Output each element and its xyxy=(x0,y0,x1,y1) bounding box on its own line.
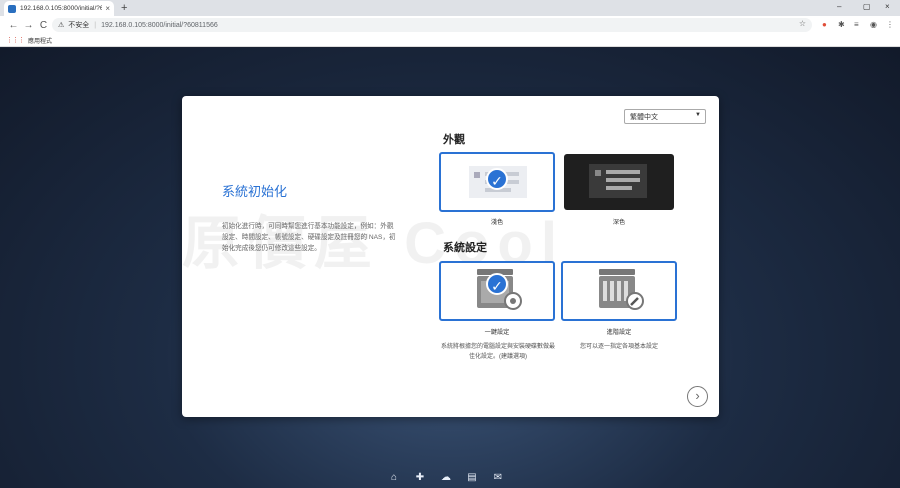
tab-title: 192.168.0.105:8000/initial/?60 xyxy=(20,5,103,12)
light-theme-label: 淺色 xyxy=(490,219,504,226)
mail-icon[interactable]: ✉ xyxy=(492,472,504,483)
minimize-button[interactable]: – xyxy=(837,1,841,13)
extensions-puzzle-icon[interactable]: ✱ xyxy=(838,19,845,31)
address-separator: | xyxy=(94,21,97,29)
advanced-setup-label: 進階設定 xyxy=(606,329,632,336)
selected-check-icon: ✓ xyxy=(486,168,508,190)
browser-tabbar: 192.168.0.105:8000/initial/?60 × + – ▢ × xyxy=(0,0,900,16)
chat-icon[interactable]: ▤ xyxy=(466,472,478,483)
quick-setup-label: 一鍵設定 xyxy=(484,329,510,336)
language-selected-value: 繁體中文 xyxy=(630,114,658,121)
light-theme-card[interactable]: ✓ xyxy=(439,152,555,212)
next-button[interactable]: › xyxy=(687,386,708,407)
maximize-button[interactable]: ▢ xyxy=(863,1,871,13)
browser-menu-icon[interactable]: ⋮ xyxy=(886,19,894,31)
close-window-button[interactable]: × xyxy=(885,1,890,13)
new-tab-button[interactable]: + xyxy=(121,1,127,15)
quick-setup-card[interactable]: ✓ xyxy=(439,261,555,321)
bookmarks-apps-label[interactable]: 應用程式 xyxy=(28,36,52,45)
quick-setup-description: 系統將根據您的電腦設定與安裝硬碟數做最佳化設定。(建議選項) xyxy=(440,344,555,360)
nas-wrench-icon xyxy=(599,269,644,310)
dark-theme-label: 深色 xyxy=(612,219,626,226)
dialog-title: 系統初始化 xyxy=(222,184,288,199)
selected-check-icon: ✓ xyxy=(486,273,508,295)
language-select[interactable]: 繁體中文 ▼ xyxy=(624,109,706,124)
profile-avatar-icon[interactable]: ◉ xyxy=(870,19,877,31)
browser-toolbar: ← → C ⚠ 不安全 | 192.168.0.105:8000/initial… xyxy=(0,16,900,34)
forward-button[interactable]: → xyxy=(21,20,36,31)
cloud-upload-icon[interactable]: ☁ xyxy=(440,472,452,483)
apps-grid-icon[interactable]: ⋮⋮⋮ xyxy=(6,36,25,44)
warning-icon: ⚠ xyxy=(58,22,65,29)
address-bar[interactable]: ⚠ 不安全 | 192.168.0.105:8000/initial/?6081… xyxy=(52,18,812,32)
tab-close-icon[interactable]: × xyxy=(105,4,110,13)
extension-icon[interactable]: ● xyxy=(822,19,827,31)
security-warning-text: 不安全 xyxy=(68,22,90,29)
initialization-dialog: 原價屋 Cool 繁體中文 ▼ 系統初始化 初始化進行時，可同時幫您進行基本功能… xyxy=(182,96,719,417)
puzzle-icon[interactable]: ✚ xyxy=(414,472,426,483)
dark-theme-preview-icon xyxy=(589,164,647,198)
dialog-description: 初始化進行時，可同時幫您進行基本功能設定，例如：外觀設定、時間設定、帳號設定、硬… xyxy=(222,223,396,252)
bottom-dock: ⌂ ✚ ☁ ▤ ✉ xyxy=(388,472,504,483)
reading-list-icon[interactable]: ≡ xyxy=(854,19,859,31)
bank-icon[interactable]: ⌂ xyxy=(388,472,400,483)
dark-theme-card[interactable] xyxy=(564,154,674,210)
url-text[interactable]: 192.168.0.105:8000/initial/?60811566 xyxy=(101,22,218,29)
site-favicon-icon xyxy=(8,4,16,13)
appearance-section-title: 外觀 xyxy=(443,134,465,146)
chevron-down-icon: ▼ xyxy=(695,112,701,118)
back-button[interactable]: ← xyxy=(6,20,21,31)
system-setup-section-title: 系統設定 xyxy=(443,242,487,254)
advanced-setup-card[interactable] xyxy=(561,261,677,321)
bookmark-star-icon[interactable]: ☆ xyxy=(799,19,806,28)
reload-button[interactable]: C xyxy=(36,20,51,31)
bookmarks-bar: ⋮⋮⋮ 應用程式 xyxy=(0,34,900,47)
advanced-setup-description: 您可以逐一指定各項基本設定 xyxy=(579,344,658,350)
browser-tab[interactable]: 192.168.0.105:8000/initial/?60 × xyxy=(4,1,114,16)
